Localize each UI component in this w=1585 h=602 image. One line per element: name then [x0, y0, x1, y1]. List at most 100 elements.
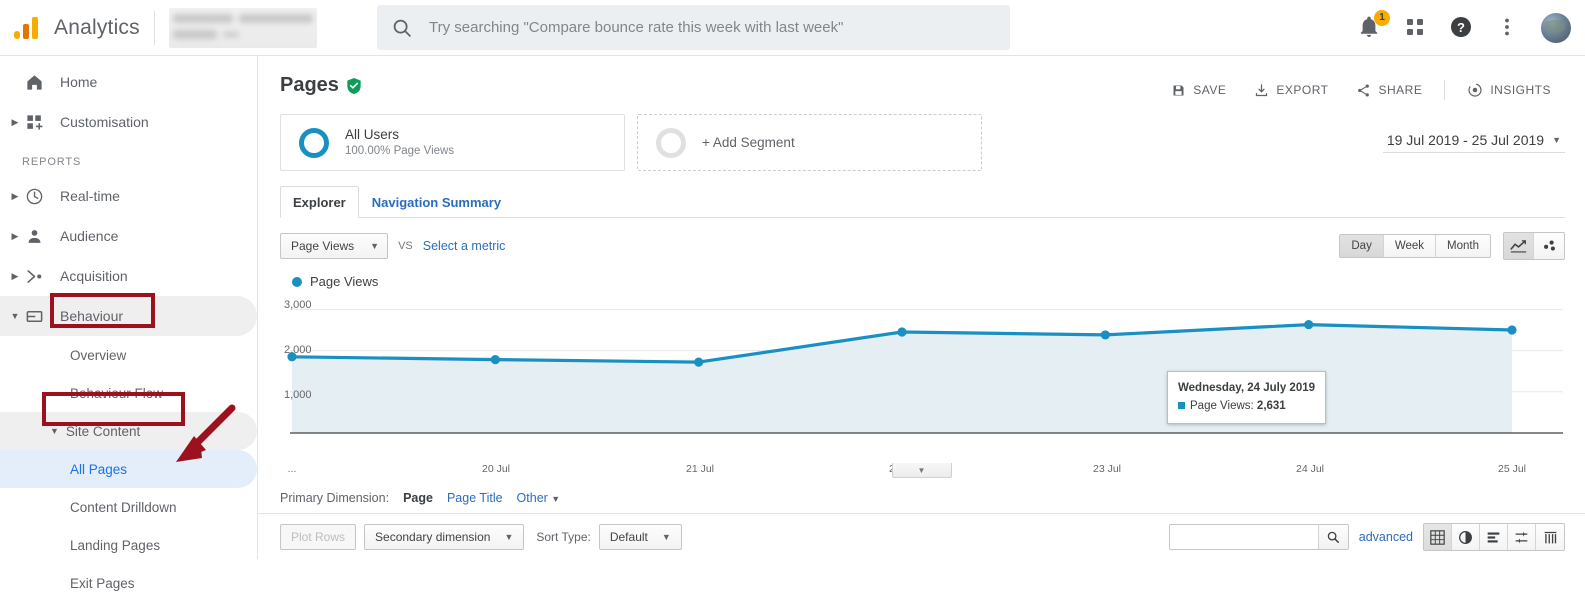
chart-point[interactable]	[1507, 325, 1517, 335]
add-segment-button[interactable]: + Add Segment	[637, 114, 982, 171]
select-a-metric-link[interactable]: Select a metric	[423, 239, 506, 253]
share-label: SHARE	[1378, 83, 1423, 97]
primary-metric-dropdown[interactable]: Page Views ▼	[280, 233, 389, 259]
secondary-dimension-button[interactable]: Secondary dimension ▼	[364, 524, 525, 550]
top-bar: Analytics 1	[0, 0, 1585, 56]
brand-area[interactable]: Analytics	[0, 13, 150, 43]
chart-point[interactable]	[490, 355, 500, 365]
sidebar-item-audience[interactable]: ▶ Audience	[0, 216, 257, 256]
table-search[interactable]	[1168, 524, 1349, 550]
primary-dimension-page[interactable]: Page	[403, 491, 433, 505]
share-button[interactable]: SHARE	[1342, 79, 1436, 102]
page-views-chart[interactable]: 3,000 2,000 1,000 Wednesday, 24 July 201…	[280, 293, 1563, 463]
segment-ring-empty-icon	[656, 127, 686, 158]
granularity-day-button[interactable]: Day	[1340, 235, 1384, 257]
granularity-group: Day Week Month	[1339, 234, 1491, 258]
tooltip-title: Wednesday, 24 July 2019	[1178, 382, 1316, 394]
scatter-chart-icon[interactable]	[1534, 233, 1564, 259]
primary-dimension-label: Primary Dimension:	[280, 491, 390, 505]
table-toolbar: Plot Rows Secondary dimension ▼ Sort Typ…	[258, 514, 1585, 559]
chart-canvas	[287, 308, 1563, 434]
x-tick-1: 20 Jul	[481, 463, 511, 475]
sidebar-item-all-pages[interactable]: All Pages	[0, 450, 257, 488]
google-analytics-logo-icon	[12, 13, 42, 43]
actions-divider	[1444, 80, 1446, 100]
pivot-view-icon[interactable]	[1536, 524, 1564, 550]
sidebar-item-site-content[interactable]: ▼ Site Content	[0, 412, 257, 450]
avatar[interactable]	[1541, 12, 1571, 43]
primary-metric-label: Page Views	[291, 239, 355, 253]
advanced-filter-link[interactable]: advanced	[1359, 530, 1413, 544]
primary-dimension-page-title[interactable]: Page Title	[447, 491, 503, 505]
line-chart-icon[interactable]	[1504, 233, 1534, 259]
chevron-right-icon: ▶	[11, 116, 19, 127]
chart-legend: Page Views	[292, 274, 1585, 289]
sidebar-item-label: Behaviour	[60, 308, 124, 324]
metric-selector-row: Page Views ▼ VS Select a metric Day Week…	[280, 232, 1565, 260]
table-search-button[interactable]	[1317, 525, 1348, 549]
chart-point[interactable]	[1304, 319, 1314, 330]
tooltip-metric-value: 2,631	[1256, 400, 1286, 413]
granularity-month-button[interactable]: Month	[1436, 235, 1490, 257]
bar-view-icon[interactable]	[1480, 524, 1508, 550]
sidebar-item-exit-pages[interactable]: Exit Pages	[0, 564, 257, 602]
chart-type-group	[1503, 232, 1565, 260]
plot-rows-button[interactable]: Plot Rows	[280, 524, 357, 550]
save-button[interactable]: SAVE	[1157, 79, 1240, 102]
chart-point[interactable]	[1100, 330, 1110, 340]
report-tabs: Explorer Navigation Summary	[280, 185, 1565, 218]
table-view-icon[interactable]	[1424, 524, 1452, 550]
vs-label: VS	[398, 240, 413, 252]
sidebar-item-label: Customisation	[60, 114, 149, 130]
sidebar-item-customisation[interactable]: ▶ Customisation	[0, 102, 257, 142]
search-area	[377, 5, 1010, 50]
insights-icon	[1468, 83, 1482, 97]
export-button[interactable]: EXPORT	[1240, 79, 1342, 102]
chart-collapse-handle[interactable]: ▼	[891, 463, 952, 478]
chart-point[interactable]	[694, 357, 704, 367]
chart-tooltip: Wednesday, 24 July 2019 Page Views: 2,63…	[1167, 371, 1327, 424]
table-right-tools: advanced	[1168, 523, 1565, 551]
top-right-icons: 1 ?	[1357, 9, 1571, 43]
sidebar-subitem-label: All Pages	[70, 461, 128, 477]
svg-text:?: ?	[1457, 20, 1465, 35]
sort-type-value: Default	[609, 530, 648, 544]
comparison-view-icon[interactable]	[1508, 524, 1536, 550]
header-actions: SAVE EXPORT SHARE INSIGHTS	[1157, 74, 1565, 102]
sidebar-item-behaviour[interactable]: ▼ Behaviour	[0, 296, 257, 336]
sidebar-item-home[interactable]: Home	[0, 62, 257, 102]
segment-row: All Users 100.00% Page Views + Add Segme…	[258, 102, 1585, 171]
search-box[interactable]	[377, 5, 1010, 50]
tab-explorer[interactable]: Explorer	[280, 186, 359, 218]
table-search-input[interactable]	[1169, 525, 1318, 549]
chart-point[interactable]	[897, 327, 907, 337]
segment-all-users[interactable]: All Users 100.00% Page Views	[280, 114, 625, 171]
sidebar-item-real-time[interactable]: ▶ Real-time	[0, 176, 257, 216]
notifications-icon[interactable]: 1	[1357, 9, 1390, 41]
pie-view-icon[interactable]	[1452, 524, 1480, 550]
sort-type-dropdown[interactable]: Default ▼	[598, 524, 682, 550]
chevron-down-icon: ▼	[10, 311, 20, 321]
primary-dimension-other[interactable]: Other ▼	[517, 491, 561, 505]
help-icon[interactable]: ?	[1449, 15, 1475, 41]
sidebar-subitem-label: Overview	[70, 347, 127, 363]
apps-grid-icon[interactable]	[1403, 15, 1429, 41]
sidebar-item-behaviour-flow[interactable]: Behaviour Flow	[0, 374, 257, 412]
sidebar-item-overview[interactable]: Overview	[0, 336, 257, 374]
sidebar-item-landing-pages[interactable]: Landing Pages	[0, 526, 257, 564]
sidebar-item-content-drilldown[interactable]: Content Drilldown	[0, 488, 257, 526]
granularity-week-button[interactable]: Week	[1383, 235, 1437, 257]
tab-navigation-summary[interactable]: Navigation Summary	[359, 186, 514, 218]
primary-dimension-row: Primary Dimension: Page Page Title Other…	[258, 481, 1585, 514]
date-range-selector[interactable]: 19 Jul 2019 - 25 Jul 2019 ▼	[1382, 132, 1565, 153]
realtime-clock-icon	[22, 187, 46, 206]
sidebar-item-acquisition[interactable]: ▶ Acquisition	[0, 256, 257, 296]
search-input[interactable]	[427, 18, 996, 37]
more-options-icon[interactable]	[1495, 15, 1521, 41]
sidebar-item-label: Acquisition	[60, 268, 128, 284]
chevron-down-icon: ▼	[551, 494, 561, 504]
shield-check-icon	[347, 77, 361, 94]
insights-button[interactable]: INSIGHTS	[1453, 78, 1565, 102]
search-icon	[1328, 531, 1340, 544]
account-property-selector-blurred[interactable]	[169, 7, 317, 48]
